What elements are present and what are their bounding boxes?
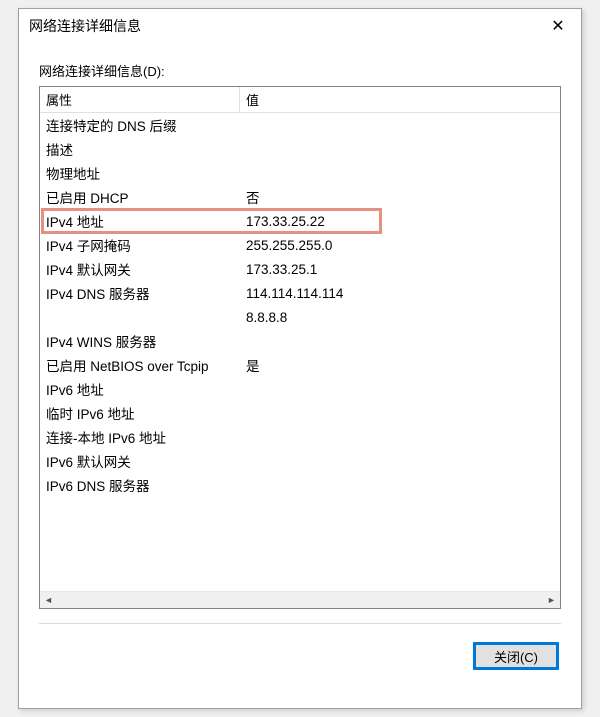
table-row[interactable]: IPv6 地址: [40, 377, 560, 401]
column-header-property[interactable]: 属性: [40, 87, 240, 112]
table-row[interactable]: IPv4 地址173.33.25.22: [40, 209, 560, 233]
scroll-right-icon[interactable]: ►: [543, 592, 560, 608]
value-cell: 8.8.8.8: [240, 310, 560, 325]
dialog-title: 网络连接详细信息: [29, 16, 141, 36]
table-row[interactable]: IPv4 子网掩码255.255.255.0: [40, 233, 560, 257]
property-cell: IPv6 默认网关: [40, 451, 240, 471]
table-row[interactable]: 8.8.8.8: [40, 305, 560, 329]
value-cell: 否: [240, 187, 560, 207]
value-cell: 255.255.255.0: [240, 238, 560, 253]
horizontal-scrollbar[interactable]: ◄ ►: [40, 591, 560, 608]
table-row[interactable]: 已启用 NetBIOS over Tcpip是: [40, 353, 560, 377]
property-cell: 临时 IPv6 地址: [40, 403, 240, 423]
table-row[interactable]: IPv4 DNS 服务器114.114.114.114: [40, 281, 560, 305]
listview-rows: 连接特定的 DNS 后缀描述物理地址已启用 DHCP否IPv4 地址173.33…: [40, 113, 560, 591]
scroll-track[interactable]: [57, 592, 543, 608]
property-cell: IPv4 默认网关: [40, 259, 240, 279]
content-area: 网络连接详细信息(D): 属性 值 连接特定的 DNS 后缀描述物理地址已启用 …: [19, 43, 581, 609]
property-cell: IPv4 地址: [40, 211, 240, 231]
table-row[interactable]: 描述: [40, 137, 560, 161]
footer: 关闭(C): [19, 624, 581, 670]
section-label: 网络连接详细信息(D):: [39, 61, 561, 80]
property-cell: 连接特定的 DNS 后缀: [40, 115, 240, 135]
table-row[interactable]: IPv6 默认网关: [40, 449, 560, 473]
table-row[interactable]: 临时 IPv6 地址: [40, 401, 560, 425]
property-cell: IPv6 地址: [40, 379, 240, 399]
value-cell: 173.33.25.22: [240, 214, 560, 229]
scroll-left-icon[interactable]: ◄: [40, 592, 57, 608]
column-header-value[interactable]: 值: [240, 87, 560, 112]
property-cell: 连接-本地 IPv6 地址: [40, 427, 240, 447]
table-row[interactable]: 物理地址: [40, 161, 560, 185]
table-row[interactable]: IPv4 WINS 服务器: [40, 329, 560, 353]
table-row[interactable]: 已启用 DHCP否: [40, 185, 560, 209]
network-details-dialog: 网络连接详细信息 ✕ 网络连接详细信息(D): 属性 值 连接特定的 DNS 后…: [18, 8, 582, 709]
close-icon[interactable]: ✕: [535, 9, 581, 43]
property-cell: 物理地址: [40, 163, 240, 183]
listview-header: 属性 值: [40, 87, 560, 113]
value-cell: 是: [240, 355, 560, 375]
property-cell: 描述: [40, 139, 240, 159]
table-row[interactable]: IPv6 DNS 服务器: [40, 473, 560, 497]
close-button[interactable]: 关闭(C): [473, 642, 559, 670]
property-cell: 已启用 DHCP: [40, 187, 240, 207]
property-cell: IPv6 DNS 服务器: [40, 475, 240, 495]
value-cell: 114.114.114.114: [240, 286, 560, 301]
table-row[interactable]: IPv4 默认网关173.33.25.1: [40, 257, 560, 281]
titlebar: 网络连接详细信息 ✕: [19, 9, 581, 43]
table-row[interactable]: 连接特定的 DNS 后缀: [40, 113, 560, 137]
details-listview[interactable]: 属性 值 连接特定的 DNS 后缀描述物理地址已启用 DHCP否IPv4 地址1…: [39, 86, 561, 609]
property-cell: IPv4 子网掩码: [40, 235, 240, 255]
property-cell: IPv4 DNS 服务器: [40, 283, 240, 303]
property-cell: 已启用 NetBIOS over Tcpip: [40, 355, 240, 375]
property-cell: IPv4 WINS 服务器: [40, 331, 240, 351]
value-cell: 173.33.25.1: [240, 262, 560, 277]
table-row[interactable]: 连接-本地 IPv6 地址: [40, 425, 560, 449]
